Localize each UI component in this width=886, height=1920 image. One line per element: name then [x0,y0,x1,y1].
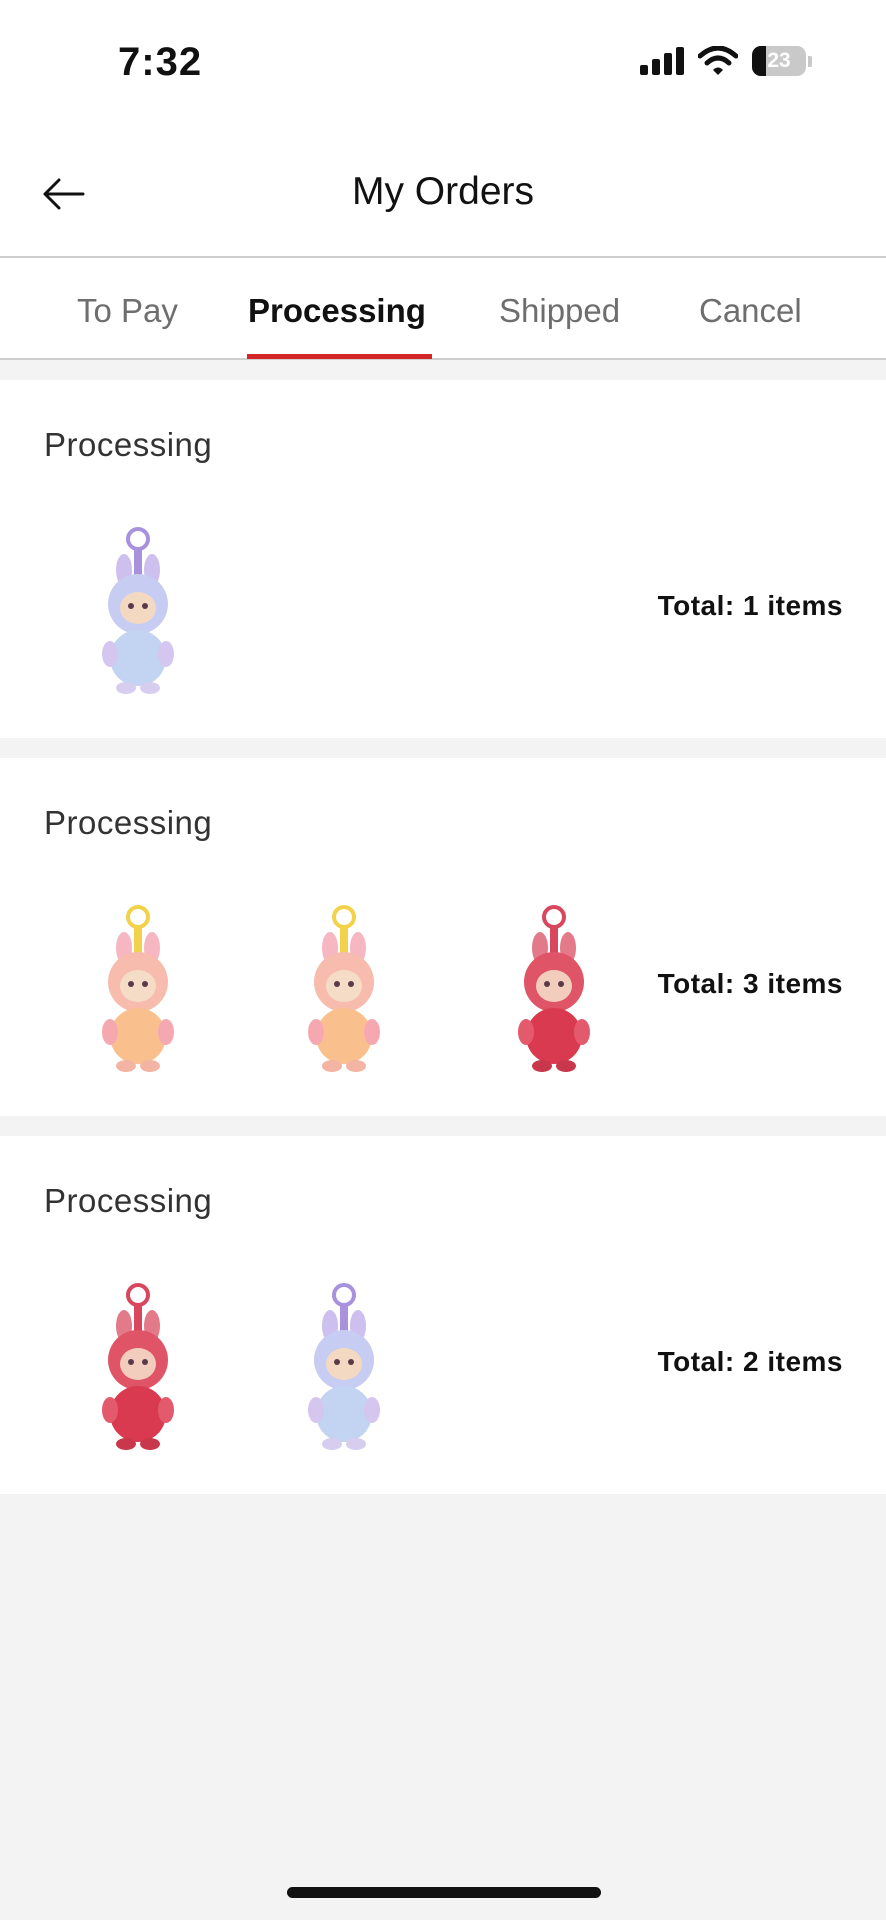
active-tab-indicator [247,354,432,359]
battery-icon: 23 [752,46,806,76]
tab-cancel[interactable]: Cancel [699,292,802,330]
order-status: Processing [44,1182,213,1219]
order-tabs: To Pay Processing Shipped Cancel [0,258,886,360]
plush-keychain-image [102,905,174,1072]
home-indicator[interactable] [287,1887,601,1898]
header: My Orders [0,130,886,258]
wifi-icon [698,46,738,75]
product-thumbnail[interactable] [504,904,604,1074]
tab-to-pay[interactable]: To Pay [77,292,178,330]
order-total: Total: 3 items [657,968,843,999]
order-total: Total: 2 items [657,1346,843,1377]
product-thumbnail[interactable] [88,1282,188,1452]
plush-keychain-image [102,1283,174,1450]
order-status: Processing [44,426,213,463]
plush-keychain-image [518,905,590,1072]
order-status: Processing [44,804,213,841]
status-bar: 7:32 23 [0,0,886,130]
plush-keychain-image [308,905,380,1072]
plush-keychain-image [308,1283,380,1450]
product-thumbnail[interactable] [88,904,188,1074]
product-thumbnail[interactable] [294,904,394,1074]
plush-keychain-image [102,527,174,694]
order-card[interactable]: Processing [0,1136,886,1494]
tab-processing[interactable]: Processing [248,292,426,330]
product-thumbnail[interactable] [294,1282,394,1452]
status-icons: 23 [640,46,812,76]
tab-shipped[interactable]: Shipped [499,292,620,330]
order-card[interactable]: Processing [0,758,886,1116]
page-title: My Orders [351,170,534,213]
order-card[interactable]: Processing Total: 1 items [0,380,886,738]
status-time: 7:32 [118,40,203,84]
battery-level: 23 [767,49,791,72]
product-thumbnail[interactable] [88,526,188,696]
cellular-signal-icon [640,47,684,75]
order-total: Total: 1 items [657,590,843,621]
